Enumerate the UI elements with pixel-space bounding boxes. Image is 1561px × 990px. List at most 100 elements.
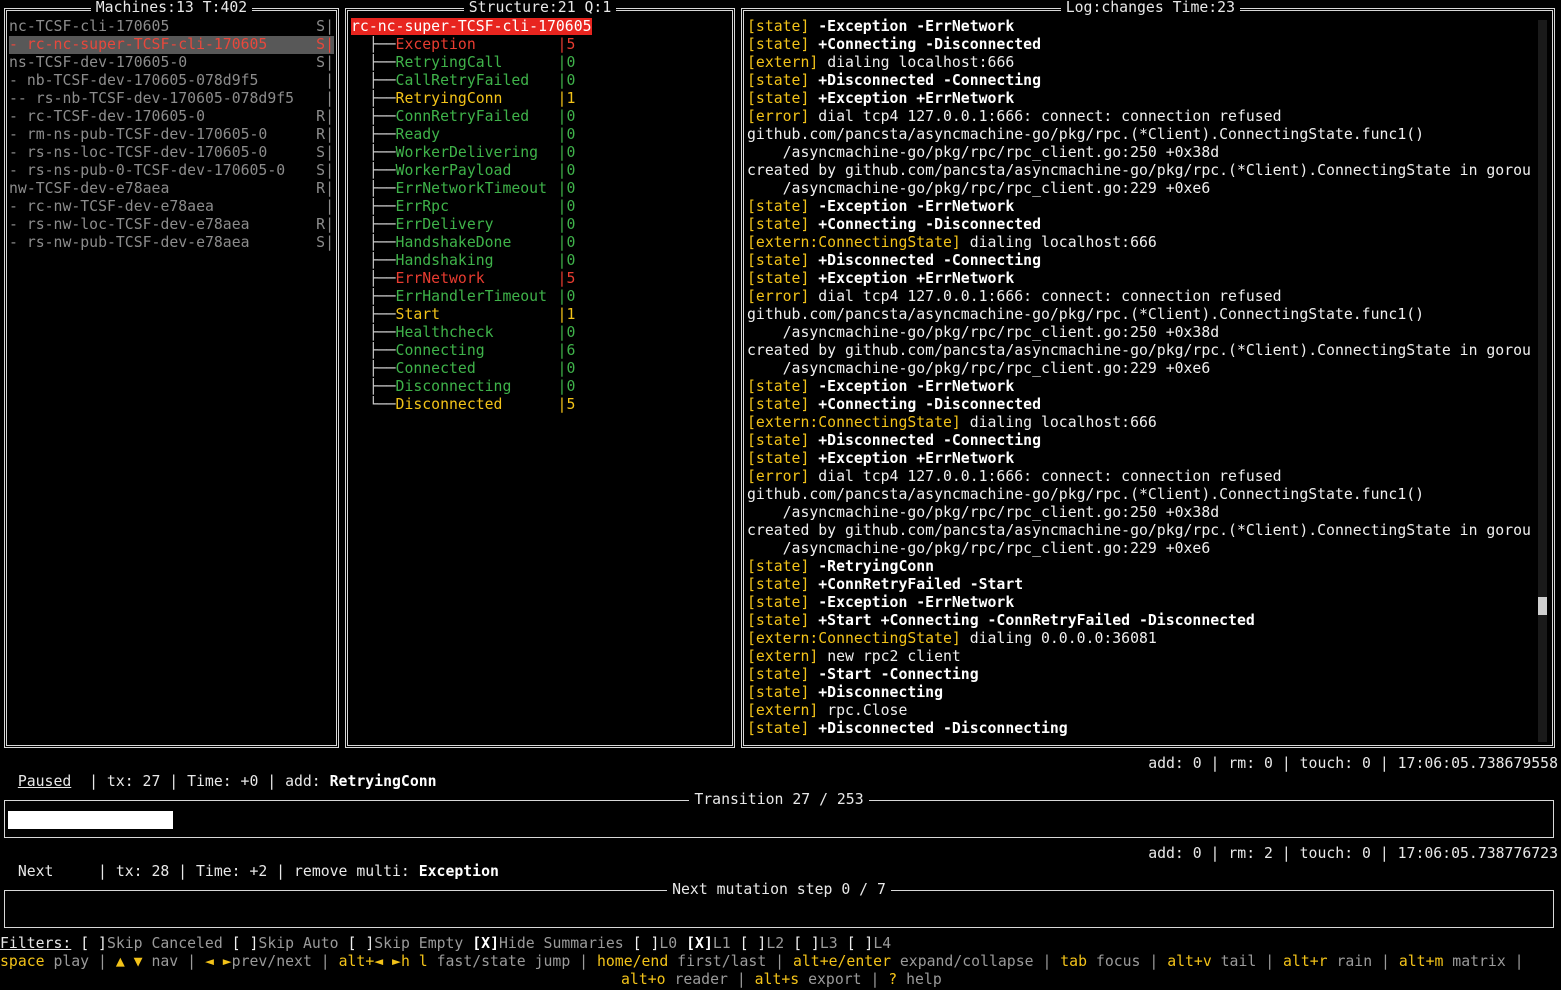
state-name: ErrRpc xyxy=(395,198,449,215)
tree-branch: ├── xyxy=(351,108,396,125)
shortcut-key[interactable]: alt+s xyxy=(755,971,800,988)
machine-item[interactable]: - rc-nw-TCSF-dev-e78aea | xyxy=(9,198,334,216)
structure-state-item[interactable]: ├── Disconnecting |0 xyxy=(351,378,731,396)
structure-state-item[interactable]: ├── CallRetryFailed |0 xyxy=(351,72,731,90)
log-text: /asyncmachine-go/pkg/rpc/rpc_client.go:2… xyxy=(747,540,1211,557)
filter-checkbox[interactable]: [ ]Skip Empty xyxy=(339,935,464,952)
shortcut-key[interactable]: alt+e/enter xyxy=(793,953,891,970)
shortcut-key[interactable]: ◄ ► xyxy=(205,953,232,970)
structure-state-item[interactable]: ├── Connected |0 xyxy=(351,360,731,378)
log-tag: [error] xyxy=(747,468,810,485)
filter-checkbox[interactable]: [ ]L2 xyxy=(731,935,785,952)
machine-name: - nb-TCSF-dev-170605-078d9f5 xyxy=(9,72,259,89)
filter-box[interactable]: [ ] xyxy=(793,935,820,952)
shortcut-key[interactable]: ▲ ▼ xyxy=(116,953,143,970)
filter-checkbox[interactable]: [ ]Skip Canceled xyxy=(71,935,223,952)
log-line: [state] +Disconnected -Connecting xyxy=(747,432,1537,450)
machines-panel[interactable]: Machines:13 T:402 nc-TCSF-cli-170605 S| - … xyxy=(4,0,339,748)
log-panel[interactable]: Log:changes Time:23 [state] -Exception -… xyxy=(741,0,1555,748)
log-text: dial tcp4 127.0.0.1:666: connect: connec… xyxy=(809,468,1282,485)
structure-state-item[interactable]: ├── WorkerPayload |0 xyxy=(351,162,731,180)
log-scrollbar-thumb[interactable] xyxy=(1538,597,1547,616)
log-text: -Exception -ErrNetwork xyxy=(809,198,1015,215)
shortcut-key[interactable]: ? xyxy=(888,971,897,988)
log-tag: [state] xyxy=(747,450,810,467)
structure-state-item[interactable]: ├── ErrNetworkTimeout |0 xyxy=(351,180,731,198)
filter-box[interactable]: [ ] xyxy=(232,935,259,952)
structure-state-item[interactable]: ├── Connecting |6 xyxy=(351,342,731,360)
structure-state-item[interactable]: ├── Handshaking |0 xyxy=(351,252,731,270)
filter-checkbox[interactable]: [ ]L0 xyxy=(624,935,678,952)
structure-state-item[interactable]: ├── ErrDelivery |0 xyxy=(351,216,731,234)
machine-item[interactable]: - rc-nc-super-TCSF-cli-170605 S| xyxy=(9,36,334,54)
machine-item[interactable]: - rc-TCSF-dev-170605-0 R| xyxy=(9,108,334,126)
structure-state-item[interactable]: ├── RetryingConn |1 xyxy=(351,90,731,108)
machine-item[interactable]: nw-TCSF-dev-e78aea R| xyxy=(9,180,334,198)
paused-indicator[interactable]: Paused xyxy=(18,773,71,790)
shortcut-key[interactable]: alt+r xyxy=(1283,953,1328,970)
state-count: |0 xyxy=(557,360,576,377)
mutation-panel[interactable]: Next mutation step 0 / 7 xyxy=(4,881,1554,928)
structure-state-item[interactable]: └── Disconnected |5 xyxy=(351,396,731,414)
filter-checkbox[interactable]: [ ]Skip Auto xyxy=(223,935,339,952)
filter-box[interactable]: [X] xyxy=(686,935,713,952)
structure-state-item[interactable]: ├── ConnRetryFailed |0 xyxy=(351,108,731,126)
structure-state-item[interactable]: ├── ErrRpc |0 xyxy=(351,198,731,216)
machine-item[interactable]: -- rs-nb-TCSF-dev-170605-078d9f5 | xyxy=(9,90,334,108)
filter-checkbox[interactable]: [X]Hide Summaries xyxy=(463,935,623,952)
structure-state-item[interactable]: ├── Exception |5 xyxy=(351,36,731,54)
log-text: github.com/pancsta/asyncmachine-go/pkg/r… xyxy=(747,126,1425,143)
filter-box[interactable]: [X] xyxy=(472,935,499,952)
machines-list[interactable]: nc-TCSF-cli-170605 S| - rc-nc-super-TCSF-c… xyxy=(9,18,334,252)
structure-state-item[interactable]: ├── Start |1 xyxy=(351,306,731,324)
machine-item[interactable]: - rm-ns-pub-TCSF-dev-170605-0 R| xyxy=(9,126,334,144)
structure-state-item[interactable]: ├── ErrNetwork |5 xyxy=(351,270,731,288)
transition-progress-track[interactable] xyxy=(8,811,1546,829)
machine-item[interactable]: - rs-ns-loc-TCSF-dev-170605-0 S| xyxy=(9,144,334,162)
structure-panel[interactable]: Structure:21 Q:1 rc-nc-super-TCSF-cli-17… xyxy=(345,0,735,748)
machine-item[interactable]: ns-TCSF-dev-170605-0 S| xyxy=(9,54,334,72)
log-scrollbar[interactable] xyxy=(1538,20,1547,742)
machine-flag: S| xyxy=(316,234,334,251)
filter-box[interactable]: [ ] xyxy=(80,935,107,952)
machine-item[interactable]: nc-TCSF-cli-170605 S| xyxy=(9,18,334,36)
tree-branch: ├── xyxy=(351,72,396,89)
filter-checkbox[interactable]: [ ]L3 xyxy=(784,935,838,952)
shortcut-key[interactable]: home/end xyxy=(597,953,668,970)
structure-state-item[interactable]: ├── HandshakeDone |0 xyxy=(351,234,731,252)
machine-item[interactable]: - rs-nw-pub-TCSF-dev-e78aea S| xyxy=(9,234,334,252)
structure-state-item[interactable]: ├── ErrHandlerTimeout |0 xyxy=(351,288,731,306)
shortcut-key[interactable]: alt+o xyxy=(621,971,666,988)
filter-label: Skip Empty xyxy=(374,935,464,952)
structure-state-item[interactable]: ├── WorkerDelivering |0 xyxy=(351,144,731,162)
machine-flag: S| xyxy=(316,162,334,179)
shortcut-key[interactable]: tab xyxy=(1060,953,1087,970)
filter-box[interactable]: [ ] xyxy=(740,935,767,952)
shortcut-key[interactable]: alt+v xyxy=(1167,953,1212,970)
log-content[interactable]: [state] -Exception -ErrNetwork [state] +C… xyxy=(747,18,1537,738)
machine-item[interactable]: - rs-ns-pub-0-TCSF-dev-170605-0 S| xyxy=(9,162,334,180)
log-text: +Exception +ErrNetwork xyxy=(809,450,1015,467)
filter-box[interactable]: [ ] xyxy=(633,935,660,952)
filter-checkbox[interactable]: [ ]L4 xyxy=(838,935,892,952)
state-name: WorkerPayload xyxy=(395,162,512,179)
shortcut-key[interactable]: alt+◄ ►h l xyxy=(339,953,428,970)
structure-state-item[interactable]: ├── RetryingCall |0 xyxy=(351,54,731,72)
log-tag: [error] xyxy=(747,108,810,125)
shortcut-key[interactable]: alt+m xyxy=(1399,953,1444,970)
transition-panel[interactable]: Transition 27 / 253 xyxy=(4,791,1554,838)
structure-state-item[interactable]: ├── Ready |0 xyxy=(351,126,731,144)
log-tag: [state] xyxy=(747,18,810,35)
structure-tree[interactable]: rc-nc-super-TCSF-cli-170605 ├── Exception… xyxy=(351,18,731,414)
filter-box[interactable]: [ ] xyxy=(348,935,375,952)
structure-state-item[interactable]: ├── Healthcheck |0 xyxy=(351,324,731,342)
log-panel-title: Log:changes Time:23 xyxy=(744,0,1552,17)
structure-root[interactable]: rc-nc-super-TCSF-cli-170605 xyxy=(351,18,731,36)
log-line: github.com/pancsta/asyncmachine-go/pkg/r… xyxy=(747,306,1537,324)
filter-checkbox[interactable]: [X]L1 xyxy=(677,935,731,952)
shortcut-key[interactable]: space xyxy=(0,953,45,970)
filter-box[interactable]: [ ] xyxy=(847,935,874,952)
log-text: -Exception -ErrNetwork xyxy=(809,378,1015,395)
machine-item[interactable]: - rs-nw-loc-TCSF-dev-e78aea R| xyxy=(9,216,334,234)
machine-item[interactable]: - nb-TCSF-dev-170605-078d9f5 | xyxy=(9,72,334,90)
